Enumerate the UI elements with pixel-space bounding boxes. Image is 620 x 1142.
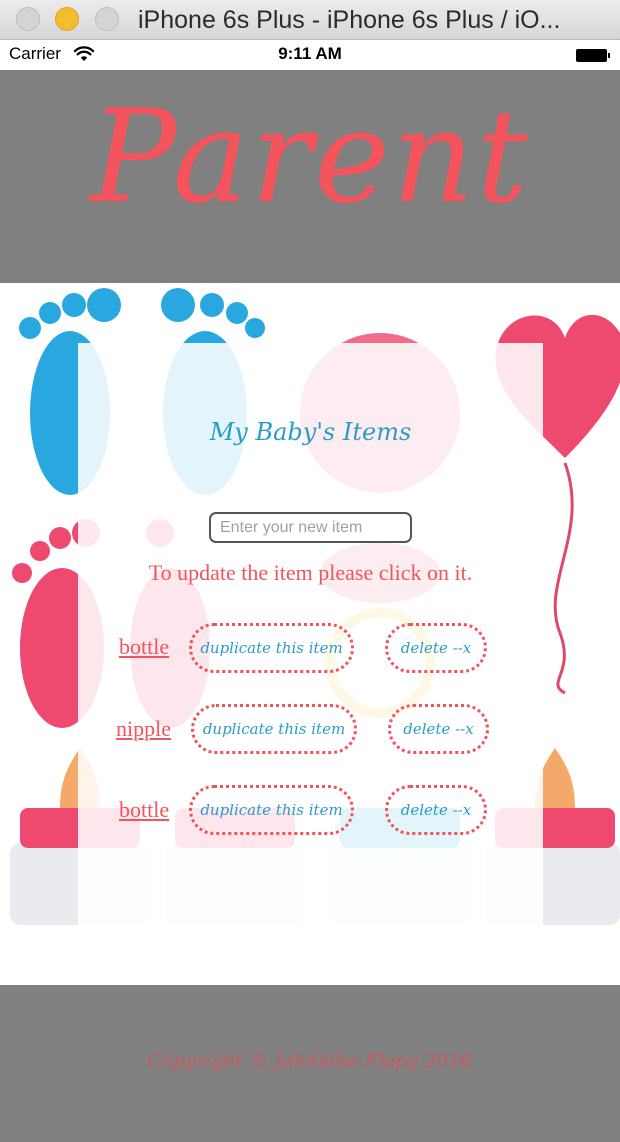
item-name-link[interactable]: bottle bbox=[119, 797, 169, 823]
status-time: 9:11 AM bbox=[278, 44, 342, 63]
status-bar: Carrier 9:11 AM bbox=[0, 40, 620, 70]
page-header: Parent bbox=[0, 70, 620, 283]
simulator-title-bar: iPhone 6s Plus - iPhone 6s Plus / iO... bbox=[0, 0, 620, 40]
item-name-link[interactable]: bottle bbox=[119, 634, 169, 660]
update-hint: To update the item please click on it. bbox=[148, 560, 473, 585]
item-name-link[interactable]: nipple bbox=[116, 716, 171, 742]
duplicate-item-button[interactable]: duplicate this item bbox=[189, 623, 354, 673]
minimize-window-button[interactable] bbox=[55, 7, 79, 31]
delete-item-button[interactable]: delete --x bbox=[385, 785, 487, 835]
duplicate-item-button[interactable]: duplicate this item bbox=[189, 785, 354, 835]
delete-item-button[interactable]: delete --x bbox=[385, 623, 487, 673]
page-footer: Copyright © Jahdiahe Flapy 2016 bbox=[0, 985, 620, 1142]
battery-icon bbox=[576, 49, 610, 62]
page-title: Parent bbox=[90, 83, 530, 232]
zoom-window-button[interactable] bbox=[95, 7, 119, 31]
section-title: My Baby's Items bbox=[209, 418, 412, 446]
close-window-button[interactable] bbox=[16, 7, 40, 31]
new-item-input[interactable] bbox=[209, 512, 412, 543]
delete-item-button[interactable]: delete --x bbox=[388, 704, 489, 754]
duplicate-item-button[interactable]: duplicate this item bbox=[191, 704, 357, 754]
window-title: iPhone 6s Plus - iPhone 6s Plus / iO... bbox=[138, 6, 561, 34]
copyright-text: Copyright © Jahdiahe Flapy 2016 bbox=[147, 1050, 473, 1072]
